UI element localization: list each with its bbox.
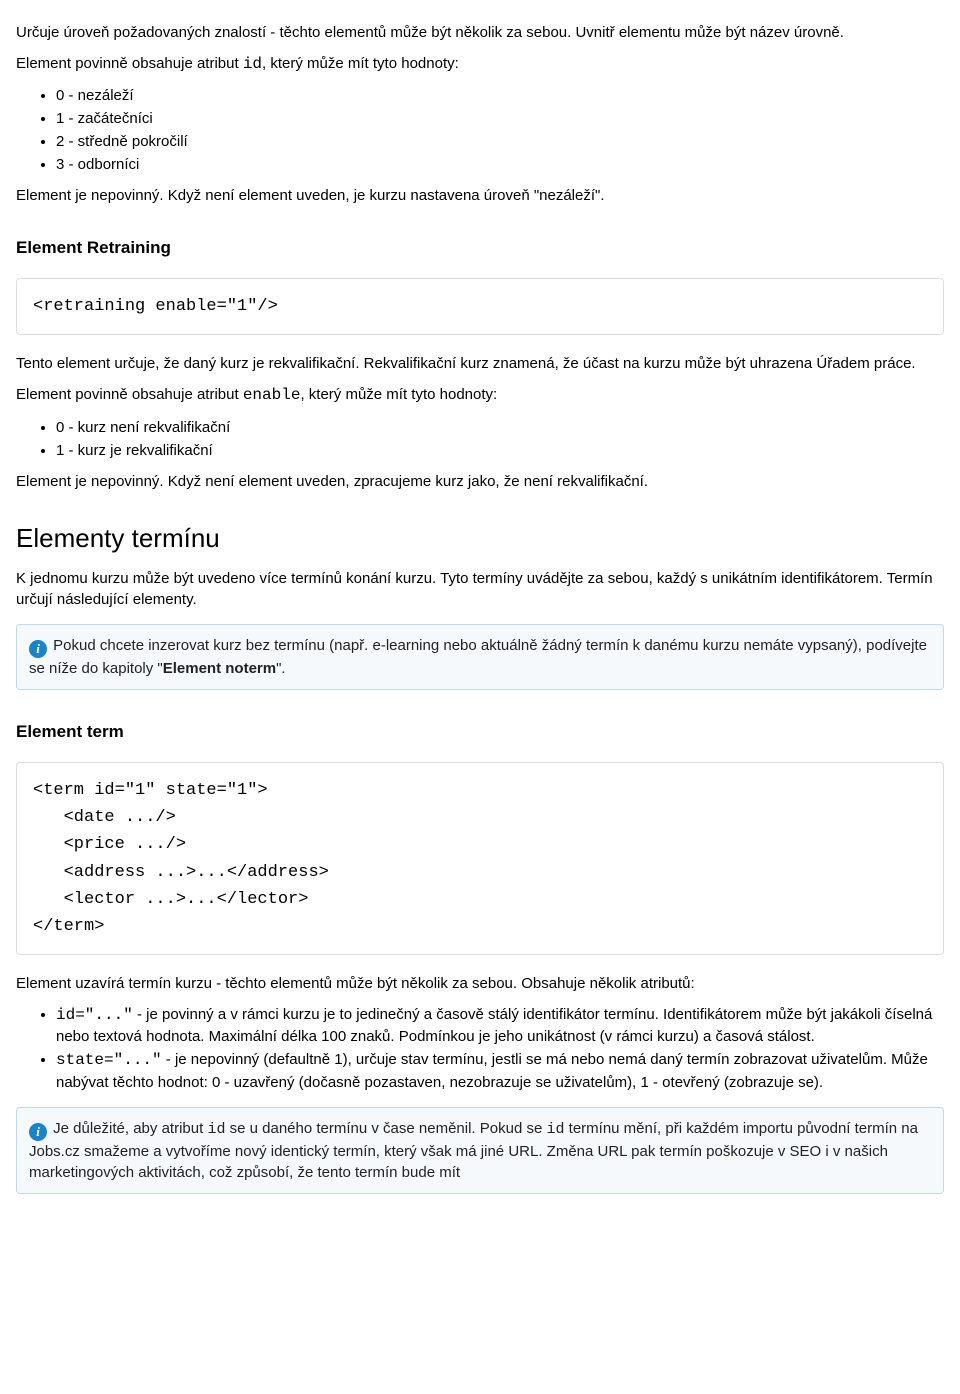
text: , který může mít tyto hodnoty:	[262, 55, 459, 72]
list-item: 1 - kurz je rekvalifikační	[56, 440, 944, 461]
paragraph: Tento element určuje, že daný kurz je re…	[16, 353, 944, 374]
paragraph: Element uzavírá termín kurzu - těchto el…	[16, 973, 944, 994]
inline-code: id="..."	[56, 1006, 133, 1024]
list-item: 0 - nezáleží	[56, 85, 944, 106]
text: , který může mít tyto hodnoty:	[300, 386, 497, 403]
paragraph: Element povinně obsahuje atribut enable,…	[16, 384, 944, 406]
text: - je povinný a v rámci kurzu je to jedin…	[56, 1006, 932, 1045]
info-icon: i	[29, 640, 47, 658]
inline-code: id	[546, 1121, 564, 1138]
inline-code: state="..."	[56, 1051, 162, 1069]
info-strong: Element noterm	[163, 660, 276, 677]
paragraph: Element je nepovinný. Když není element …	[16, 471, 944, 492]
info-text: se u daného termínu v čase neměnil. Poku…	[225, 1120, 546, 1137]
info-text: ".	[276, 660, 286, 677]
list-item: 2 - středně pokročilí	[56, 131, 944, 152]
code-block: <retraining enable="1"/>	[16, 278, 944, 335]
text: - je nepovinný (defaultně 1), určuje sta…	[56, 1051, 928, 1090]
list-item: 1 - začátečníci	[56, 108, 944, 129]
code-block: <term id="1" state="1"> <date .../> <pri…	[16, 762, 944, 955]
attribute-list: id="..." - je povinný a v rámci kurzu je…	[16, 1004, 944, 1093]
list-item: 3 - odborníci	[56, 154, 944, 175]
paragraph: Určuje úroveň požadovaných znalostí - tě…	[16, 22, 944, 43]
info-box: i Pokud chcete inzerovat kurz bez termín…	[16, 624, 944, 690]
info-text: Je důležité, aby atribut	[49, 1120, 207, 1137]
list-item: id="..." - je povinný a v rámci kurzu je…	[56, 1004, 944, 1047]
text: Element povinně obsahuje atribut	[16, 386, 243, 403]
list-item: state="..." - je nepovinný (defaultně 1)…	[56, 1049, 944, 1092]
paragraph: Element povinně obsahuje atribut id, kte…	[16, 53, 944, 75]
inline-code: id	[243, 55, 262, 73]
inline-code: enable	[243, 386, 301, 404]
inline-code: id	[207, 1121, 225, 1138]
value-list: 0 - kurz není rekvalifikační 1 - kurz je…	[16, 417, 944, 461]
section-heading-terminy: Elementy termínu	[16, 520, 944, 556]
section-heading-term: Element term	[16, 720, 944, 744]
list-item: 0 - kurz není rekvalifikační	[56, 417, 944, 438]
value-list: 0 - nezáleží 1 - začátečníci 2 - středně…	[16, 85, 944, 175]
paragraph: Element je nepovinný. Když není element …	[16, 185, 944, 206]
info-box: i Je důležité, aby atribut id se u danéh…	[16, 1107, 944, 1194]
text: Element povinně obsahuje atribut	[16, 55, 243, 72]
info-icon: i	[29, 1123, 47, 1141]
paragraph: K jednomu kurzu může být uvedeno více te…	[16, 568, 944, 610]
section-heading-retraining: Element Retraining	[16, 236, 944, 260]
